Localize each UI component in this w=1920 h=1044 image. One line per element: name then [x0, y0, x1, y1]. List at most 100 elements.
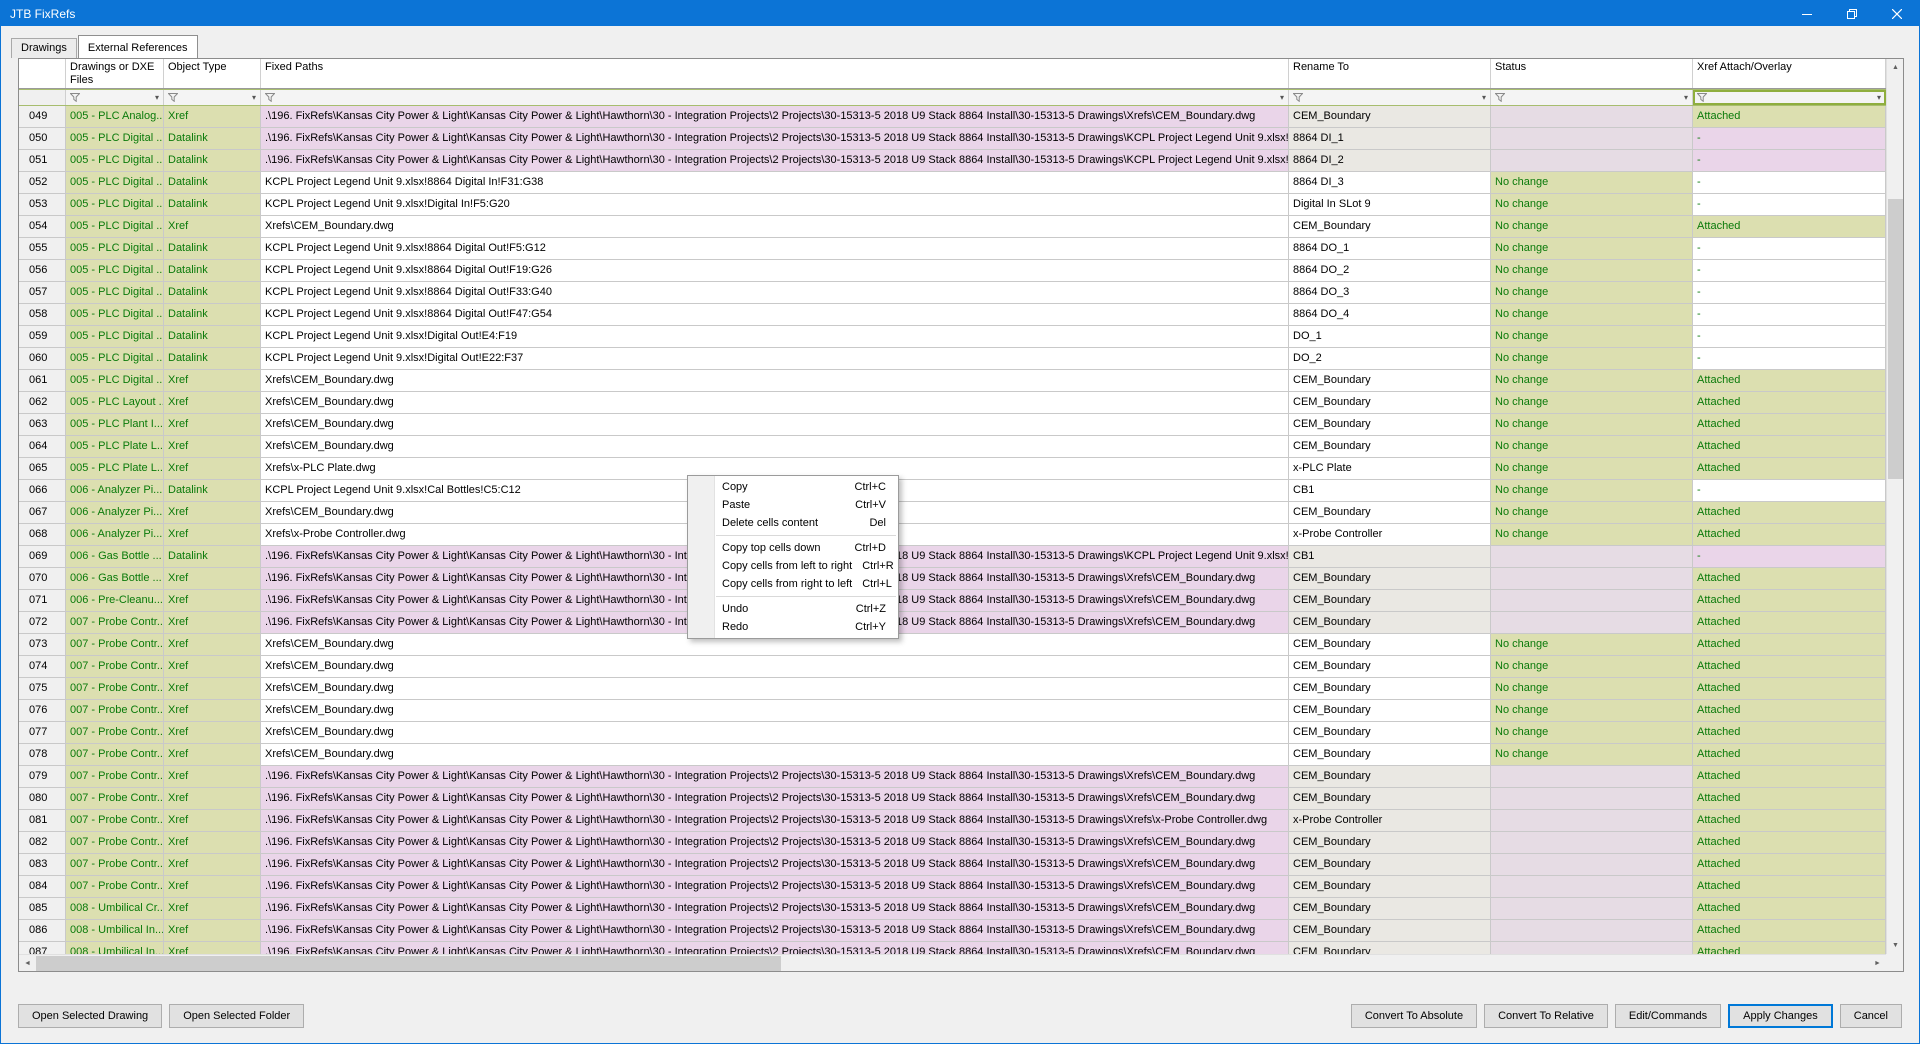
- cell-file[interactable]: 008 - Umbilical Cr...: [66, 898, 164, 920]
- cell-rename[interactable]: 8864 DI_3: [1289, 172, 1491, 194]
- cell-type[interactable]: Xref: [164, 414, 261, 436]
- cell-xref[interactable]: Attached: [1693, 722, 1886, 744]
- cell-xref[interactable]: -: [1693, 194, 1886, 216]
- cell-num[interactable]: 066: [19, 480, 66, 502]
- cell-type[interactable]: Xref: [164, 920, 261, 942]
- cell-status[interactable]: No change: [1491, 480, 1693, 502]
- horizontal-scroll-thumb[interactable]: [36, 956, 781, 971]
- minimize-button[interactable]: [1784, 1, 1829, 26]
- cell-num[interactable]: 076: [19, 700, 66, 722]
- cell-file[interactable]: 007 - Probe Contr...: [66, 722, 164, 744]
- cell-file[interactable]: 007 - Probe Contr...: [66, 810, 164, 832]
- cell-type[interactable]: Datalink: [164, 326, 261, 348]
- cell-status[interactable]: [1491, 128, 1693, 150]
- cell-status[interactable]: No change: [1491, 304, 1693, 326]
- cell-path[interactable]: .\196. FixRefs\Kansas City Power & Light…: [261, 920, 1289, 942]
- cell-xref[interactable]: -: [1693, 238, 1886, 260]
- convert-to-absolute-button[interactable]: Convert To Absolute: [1350, 1004, 1478, 1028]
- cell-status[interactable]: No change: [1491, 436, 1693, 458]
- cell-num[interactable]: 083: [19, 854, 66, 876]
- column-header-type[interactable]: Object Type: [164, 59, 261, 88]
- cell-rename[interactable]: x-Probe Controller: [1289, 524, 1491, 546]
- cell-status[interactable]: No change: [1491, 392, 1693, 414]
- cell-xref[interactable]: Attached: [1693, 590, 1886, 612]
- cell-status[interactable]: No change: [1491, 172, 1693, 194]
- cell-rename[interactable]: CEM_Boundary: [1289, 876, 1491, 898]
- cell-xref[interactable]: -: [1693, 260, 1886, 282]
- cell-rename[interactable]: CEM_Boundary: [1289, 898, 1491, 920]
- cell-num[interactable]: 060: [19, 348, 66, 370]
- cell-type[interactable]: Xref: [164, 524, 261, 546]
- cell-rename[interactable]: DO_1: [1289, 326, 1491, 348]
- cell-path[interactable]: Xrefs\CEM_Boundary.dwg: [261, 722, 1289, 744]
- cell-status[interactable]: No change: [1491, 260, 1693, 282]
- cell-num[interactable]: 052: [19, 172, 66, 194]
- menu-item-redo[interactable]: Redo Ctrl+Y: [688, 618, 898, 636]
- open-selected-folder-button[interactable]: Open Selected Folder: [169, 1004, 305, 1028]
- cell-path[interactable]: .\196. FixRefs\Kansas City Power & Light…: [261, 898, 1289, 920]
- cell-path[interactable]: .\196. FixRefs\Kansas City Power & Light…: [261, 876, 1289, 898]
- cell-status[interactable]: [1491, 832, 1693, 854]
- cell-type[interactable]: Xref: [164, 678, 261, 700]
- cell-num[interactable]: 072: [19, 612, 66, 634]
- scroll-up-arrow-icon[interactable]: ▲: [1887, 59, 1904, 76]
- column-header-rename[interactable]: Rename To: [1289, 59, 1491, 88]
- cell-num[interactable]: 057: [19, 282, 66, 304]
- cell-file[interactable]: 005 - PLC Digital ...: [66, 128, 164, 150]
- cell-xref[interactable]: Attached: [1693, 788, 1886, 810]
- cell-type[interactable]: Datalink: [164, 260, 261, 282]
- cell-status[interactable]: [1491, 546, 1693, 568]
- cell-file[interactable]: 005 - PLC Digital ...: [66, 172, 164, 194]
- cell-type[interactable]: Xref: [164, 810, 261, 832]
- scroll-right-arrow-icon[interactable]: ►: [1869, 955, 1886, 972]
- cell-file[interactable]: 005 - PLC Plate L...: [66, 436, 164, 458]
- cell-status[interactable]: No change: [1491, 348, 1693, 370]
- cell-xref[interactable]: Attached: [1693, 568, 1886, 590]
- cell-rename[interactable]: CEM_Boundary: [1289, 722, 1491, 744]
- cell-status[interactable]: No change: [1491, 678, 1693, 700]
- cell-type[interactable]: Xref: [164, 766, 261, 788]
- cell-num[interactable]: 084: [19, 876, 66, 898]
- cell-status[interactable]: No change: [1491, 326, 1693, 348]
- cell-file[interactable]: 005 - PLC Digital ...: [66, 282, 164, 304]
- cell-num[interactable]: 056: [19, 260, 66, 282]
- cell-rename[interactable]: CEM_Boundary: [1289, 502, 1491, 524]
- cell-num[interactable]: 065: [19, 458, 66, 480]
- cell-status[interactable]: No change: [1491, 700, 1693, 722]
- filter-cell-path[interactable]: ▾: [261, 90, 1289, 105]
- cell-status[interactable]: [1491, 788, 1693, 810]
- cell-status[interactable]: [1491, 766, 1693, 788]
- cell-path[interactable]: Xrefs\CEM_Boundary.dwg: [261, 216, 1289, 238]
- cell-type[interactable]: Datalink: [164, 150, 261, 172]
- cell-file[interactable]: 006 - Gas Bottle ...: [66, 546, 164, 568]
- cell-rename[interactable]: CEM_Boundary: [1289, 854, 1491, 876]
- cell-file[interactable]: 007 - Probe Contr...: [66, 700, 164, 722]
- cell-file[interactable]: 005 - PLC Digital ...: [66, 304, 164, 326]
- cell-num[interactable]: 050: [19, 128, 66, 150]
- open-selected-drawing-button[interactable]: Open Selected Drawing: [18, 1004, 163, 1028]
- cell-rename[interactable]: 8864 DI_2: [1289, 150, 1491, 172]
- cell-status[interactable]: No change: [1491, 656, 1693, 678]
- filter-cell-rename[interactable]: ▾: [1289, 90, 1491, 105]
- cell-type[interactable]: Xref: [164, 700, 261, 722]
- close-button[interactable]: [1874, 1, 1919, 26]
- cell-rename[interactable]: CEM_Boundary: [1289, 612, 1491, 634]
- cell-rename[interactable]: CEM_Boundary: [1289, 634, 1491, 656]
- cell-rename[interactable]: CEM_Boundary: [1289, 788, 1491, 810]
- cell-rename[interactable]: CEM_Boundary: [1289, 656, 1491, 678]
- cell-rename[interactable]: 8864 DO_1: [1289, 238, 1491, 260]
- cell-file[interactable]: 006 - Gas Bottle ...: [66, 568, 164, 590]
- filter-dropdown-icon[interactable]: ▾: [1280, 93, 1284, 102]
- cell-xref[interactable]: Attached: [1693, 744, 1886, 766]
- cell-path[interactable]: .\196. FixRefs\Kansas City Power & Light…: [261, 788, 1289, 810]
- cell-file[interactable]: 007 - Probe Contr...: [66, 832, 164, 854]
- menu-item-copy-cells-from-right-to-left[interactable]: Copy cells from right to left Ctrl+L: [688, 575, 898, 593]
- cell-type[interactable]: Xref: [164, 656, 261, 678]
- cell-type[interactable]: Xref: [164, 590, 261, 612]
- cell-type[interactable]: Xref: [164, 634, 261, 656]
- cell-rename[interactable]: CEM_Boundary: [1289, 678, 1491, 700]
- cell-num[interactable]: 082: [19, 832, 66, 854]
- filter-cell-file[interactable]: ▾: [66, 90, 164, 105]
- cell-file[interactable]: 006 - Analyzer Pi...: [66, 502, 164, 524]
- cell-file[interactable]: 005 - PLC Digital ...: [66, 370, 164, 392]
